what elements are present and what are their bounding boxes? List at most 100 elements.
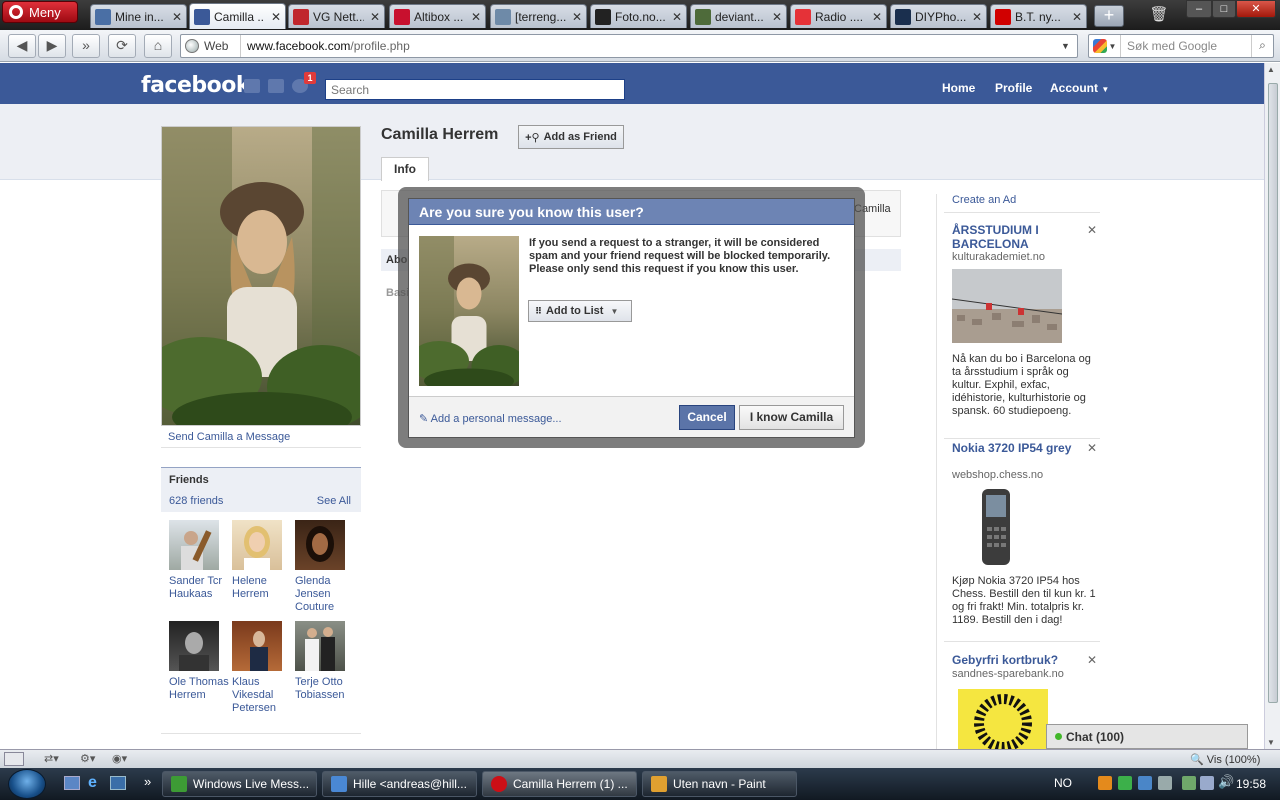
browser-tab[interactable]: Altibox ... ✕	[389, 4, 486, 28]
search-icon[interactable]: ⌕	[1251, 35, 1273, 57]
taskbar-item[interactable]: Windows Live Mess...	[162, 771, 317, 797]
home-button[interactable]: ⌂	[144, 34, 172, 58]
volume-icon[interactable]: 🔊	[1218, 774, 1234, 790]
trash-icon[interactable]: 🗑	[1148, 5, 1170, 27]
close-tab-icon[interactable]: ✕	[469, 10, 483, 24]
browser-tab[interactable]: Radio .... ✕	[790, 4, 887, 28]
page-scrollbar[interactable]: ▲ ▼	[1264, 63, 1280, 749]
more-icon[interactable]: »	[144, 774, 151, 789]
create-ad-link[interactable]: Create an Ad	[952, 194, 1016, 206]
friend-photo[interactable]	[295, 520, 345, 570]
ad-title[interactable]: Nokia 3720 IP54 grey	[952, 441, 1082, 455]
browser-tab[interactable]: Mine in... ✕	[90, 4, 187, 28]
close-tab-icon[interactable]: ✕	[368, 10, 382, 24]
close-window-button[interactable]: ✕	[1236, 0, 1276, 18]
browser-tab[interactable]: DIYPho... ✕	[890, 4, 987, 28]
messages-icon[interactable]	[268, 79, 284, 93]
taskbar-item[interactable]: Camilla Herrem (1) ...	[482, 771, 637, 797]
see-all-link[interactable]: See All	[317, 495, 351, 507]
start-button[interactable]	[8, 769, 46, 799]
browser-tab[interactable]: deviant... ✕	[690, 4, 787, 28]
address-field[interactable]: Web www.facebook.com/profile.php ▼	[180, 34, 1078, 58]
friend-requests-icon[interactable]	[244, 79, 260, 93]
friend-photo[interactable]	[232, 520, 282, 570]
switch-windows-icon[interactable]	[110, 776, 126, 790]
friend-item[interactable]: Ole Thomas Herrem	[169, 621, 231, 702]
site-info[interactable]: Web	[181, 35, 241, 57]
nav-account[interactable]: Account ▼	[1050, 81, 1109, 95]
ad-image[interactable]	[952, 269, 1062, 343]
close-tab-icon[interactable]: ✕	[269, 10, 283, 24]
opera-menu-button[interactable]: Meny	[2, 1, 78, 23]
add-friend-button[interactable]: +⚲ Add as Friend	[518, 125, 624, 149]
ad-image[interactable]	[958, 689, 1048, 749]
friend-name[interactable]: Klaus Vikesdal Petersen	[232, 676, 294, 715]
close-tab-icon[interactable]: ✕	[1070, 10, 1084, 24]
friend-name[interactable]: Helene Herrem	[232, 575, 294, 601]
close-icon[interactable]: ✕	[1087, 441, 1097, 455]
close-tab-icon[interactable]: ✕	[870, 10, 884, 24]
reload-button[interactable]: ⟳	[108, 34, 136, 58]
google-search-field[interactable]: ▼ Søk med Google ⌕	[1088, 34, 1274, 58]
tray-icon[interactable]	[1118, 776, 1132, 790]
browser-tab[interactable]: B.T. ny... ✕	[990, 4, 1087, 28]
facebook-logo[interactable]: facebook	[141, 73, 251, 98]
friends-count[interactable]: 628 friends	[169, 495, 223, 507]
show-desktop-icon[interactable]	[64, 776, 80, 790]
friend-photo[interactable]	[169, 520, 219, 570]
tools-icon[interactable]: ⚙▾	[80, 752, 95, 765]
close-tab-icon[interactable]: ✕	[770, 10, 784, 24]
maximize-button[interactable]: □	[1212, 0, 1236, 18]
ad-title[interactable]: ÅRSSTUDIUM I BARCELONA	[952, 223, 1082, 251]
new-tab-button[interactable]: +	[1094, 5, 1124, 27]
close-tab-icon[interactable]: ✕	[970, 10, 984, 24]
taskbar-item[interactable]: Uten navn - Paint	[642, 771, 797, 797]
browser-tab[interactable]: [terreng... ✕	[490, 4, 587, 28]
browser-tab[interactable]: Camilla ... ✕	[189, 3, 286, 29]
browser-tab[interactable]: Foto.no... ✕	[590, 4, 687, 28]
zoom-control[interactable]: 🔍 Vis (100%)	[1190, 753, 1260, 766]
confirm-button[interactable]: I know Camilla	[739, 405, 844, 430]
friend-item[interactable]: Sander Tcr Haukaas	[169, 520, 231, 601]
search-engine-selector[interactable]: ▼	[1089, 35, 1121, 57]
friend-photo[interactable]	[295, 621, 345, 671]
ad-title[interactable]: Gebyrfri kortbruk?	[952, 653, 1082, 667]
friend-item[interactable]: Terje Otto Tobiassen	[295, 621, 357, 702]
ad-image[interactable]	[980, 487, 1012, 567]
taskbar-item[interactable]: Hille <andreas@hill...	[322, 771, 477, 797]
friend-name[interactable]: Sander Tcr Haukaas	[169, 575, 231, 601]
friend-name[interactable]: Glenda Jensen Couture	[295, 575, 357, 614]
friend-item[interactable]: Klaus Vikesdal Petersen	[232, 621, 294, 715]
profile-picture[interactable]	[161, 126, 361, 426]
nav-profile[interactable]: Profile	[995, 81, 1032, 95]
send-message-link[interactable]: Send Camilla a Message	[168, 431, 290, 443]
sync-icon[interactable]: ⇄▾	[44, 752, 59, 765]
friend-item[interactable]: Helene Herrem	[232, 520, 294, 601]
friend-item[interactable]: Glenda Jensen Couture	[295, 520, 357, 614]
close-icon[interactable]: ✕	[1087, 653, 1097, 667]
close-tab-icon[interactable]: ✕	[570, 10, 584, 24]
tray-icon[interactable]	[1098, 776, 1112, 790]
friend-name[interactable]: Terje Otto Tobiassen	[295, 676, 357, 702]
add-to-list-button[interactable]: ⠿ Add to List ▼	[528, 300, 632, 322]
tab-info[interactable]: Info	[381, 157, 429, 181]
battery-icon[interactable]	[1182, 776, 1196, 790]
fast-forward-button[interactable]: »	[72, 34, 100, 58]
friend-name[interactable]: Ole Thomas Herrem	[169, 676, 231, 702]
close-icon[interactable]: ✕	[1087, 223, 1097, 237]
clock[interactable]: 19:58	[1236, 777, 1266, 791]
ad-item[interactable]: Nokia 3720 IP54 grey ✕ webshop.chess.no …	[944, 441, 1100, 631]
speed-dial-icon[interactable]: ◉▾	[112, 752, 127, 765]
close-tab-icon[interactable]: ✕	[170, 10, 184, 24]
language-indicator[interactable]: NO	[1054, 776, 1072, 790]
cancel-button[interactable]: Cancel	[679, 405, 735, 430]
back-button[interactable]: ◀	[8, 34, 36, 58]
friend-photo[interactable]	[232, 621, 282, 671]
tray-icon[interactable]	[1158, 776, 1172, 790]
friend-photo[interactable]	[169, 621, 219, 671]
minimize-button[interactable]: –	[1186, 0, 1212, 18]
tray-icon[interactable]	[1200, 776, 1214, 790]
ad-item[interactable]: ÅRSSTUDIUM I BARCELONA ✕ kulturakademiet…	[944, 223, 1100, 433]
chat-bar[interactable]: Chat (100)	[1046, 724, 1248, 749]
nav-home[interactable]: Home	[942, 81, 975, 95]
